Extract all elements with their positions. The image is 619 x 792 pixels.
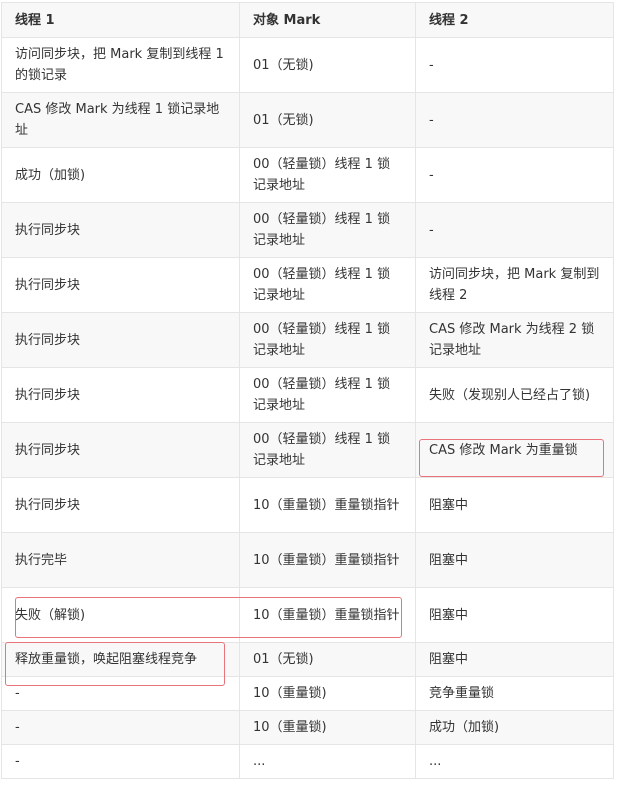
thread-1-cell: 失败（解锁) (1, 587, 240, 643)
thread-1-cell: 执行同步块 (1, 312, 240, 368)
lock-state-table: 线程 1 对象 Mark 线程 2 访问同步块，把 Mark 复制到线程 1 的… (1, 2, 614, 779)
thread-1-cell: 执行同步块 (1, 367, 240, 423)
mark-cell: 00（轻量锁）线程 1 锁记录地址 (239, 367, 416, 423)
thread-2-cell: - (415, 92, 614, 148)
table-row: 访问同步块，把 Mark 复制到线程 1 的锁记录 01（无锁) - (1, 37, 614, 93)
table-row: 执行同步块 00（轻量锁）线程 1 锁记录地址 - (1, 202, 614, 258)
thread-2-cell: - (415, 202, 614, 258)
table-row: - 10（重量锁) 竞争重量锁 (1, 676, 614, 711)
mark-cell: 10（重量锁) (239, 676, 416, 711)
mark-cell: 00（轻量锁）线程 1 锁记录地址 (239, 312, 416, 368)
mark-cell: 00（轻量锁）线程 1 锁记录地址 (239, 422, 416, 478)
table-row: CAS 修改 Mark 为线程 1 锁记录地址 01（无锁) - (1, 92, 614, 148)
mark-cell: 10（重量锁）重量锁指针 (239, 477, 416, 533)
header-thread-2: 线程 2 (415, 2, 614, 38)
table-row: 执行同步块 00（轻量锁）线程 1 锁记录地址 CAS 修改 Mark 为线程 … (1, 312, 614, 368)
table-row: 执行同步块 00（轻量锁）线程 1 锁记录地址 失败（发现别人已经占了锁) (1, 367, 614, 423)
thread-2-cell: 阻塞中 (415, 532, 614, 588)
table-row: 释放重量锁，唤起阻塞线程竞争 01（无锁) 阻塞中 (1, 642, 614, 677)
mark-cell: 10（重量锁）重量锁指针 (239, 587, 416, 643)
thread-1-cell: - (1, 710, 240, 745)
thread-2-cell: CAS 修改 Mark 为重量锁 (415, 422, 614, 478)
table-row: 失败（解锁) 10（重量锁）重量锁指针 阻塞中 (1, 587, 614, 643)
table-row: 执行同步块 10（重量锁）重量锁指针 阻塞中 (1, 477, 614, 533)
thread-1-cell: - (1, 676, 240, 711)
mark-cell: 00（轻量锁）线程 1 锁记录地址 (239, 147, 416, 203)
thread-1-cell: CAS 修改 Mark 为线程 1 锁记录地址 (1, 92, 240, 148)
thread-2-cell: - (415, 147, 614, 203)
mark-cell: 01（无锁) (239, 642, 416, 677)
thread-1-cell: 执行同步块 (1, 202, 240, 258)
mark-cell: 01（无锁) (239, 92, 416, 148)
thread-1-cell: 成功（加锁) (1, 147, 240, 203)
thread-1-cell: 释放重量锁，唤起阻塞线程竞争 (1, 642, 240, 677)
thread-2-cell: 失败（发现别人已经占了锁) (415, 367, 614, 423)
table-row: - ... ... (1, 744, 614, 779)
thread-1-cell: 执行同步块 (1, 422, 240, 478)
mark-cell: 00（轻量锁）线程 1 锁记录地址 (239, 257, 416, 313)
table-row: 执行同步块 00（轻量锁）线程 1 锁记录地址 CAS 修改 Mark 为重量锁 (1, 422, 614, 478)
mark-cell: 10（重量锁) (239, 710, 416, 745)
thread-2-cell: 访问同步块，把 Mark 复制到线程 2 (415, 257, 614, 313)
thread-2-cell: ... (415, 744, 614, 779)
thread-1-cell: 访问同步块，把 Mark 复制到线程 1 的锁记录 (1, 37, 240, 93)
thread-2-cell: 阻塞中 (415, 477, 614, 533)
header-thread-1: 线程 1 (1, 2, 240, 38)
thread-1-cell: - (1, 744, 240, 779)
header-object-mark: 对象 Mark (239, 2, 416, 38)
table-row: 执行完毕 10（重量锁）重量锁指针 阻塞中 (1, 532, 614, 588)
mark-cell: 01（无锁) (239, 37, 416, 93)
thread-2-cell: 阻塞中 (415, 642, 614, 677)
table-row: - 10（重量锁) 成功（加锁) (1, 710, 614, 745)
thread-2-cell: 成功（加锁) (415, 710, 614, 745)
thread-1-cell: 执行完毕 (1, 532, 240, 588)
table-row: 成功（加锁) 00（轻量锁）线程 1 锁记录地址 - (1, 147, 614, 203)
thread-2-cell: 阻塞中 (415, 587, 614, 643)
thread-1-cell: 执行同步块 (1, 477, 240, 533)
table-header-row: 线程 1 对象 Mark 线程 2 (1, 2, 614, 38)
thread-2-cell: - (415, 37, 614, 93)
mark-cell: ... (239, 744, 416, 779)
mark-cell: 00（轻量锁）线程 1 锁记录地址 (239, 202, 416, 258)
table-row: 执行同步块 00（轻量锁）线程 1 锁记录地址 访问同步块，把 Mark 复制到… (1, 257, 614, 313)
mark-cell: 10（重量锁）重量锁指针 (239, 532, 416, 588)
thread-2-cell: 竞争重量锁 (415, 676, 614, 711)
thread-2-cell: CAS 修改 Mark 为线程 2 锁记录地址 (415, 312, 614, 368)
thread-1-cell: 执行同步块 (1, 257, 240, 313)
